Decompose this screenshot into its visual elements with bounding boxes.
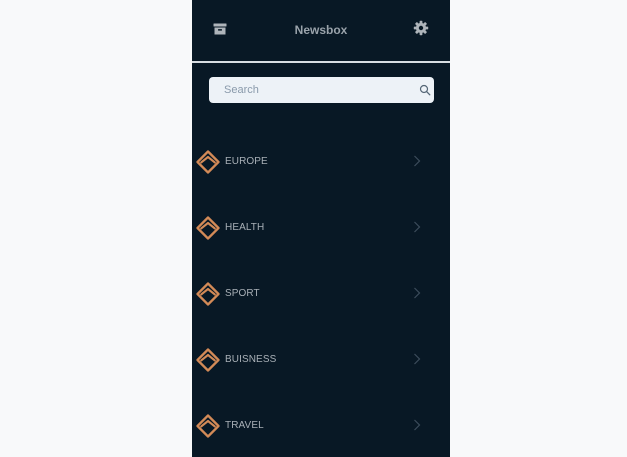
chevron-right-icon xyxy=(414,287,421,299)
gear-icon[interactable] xyxy=(413,20,429,36)
category-item-sport[interactable]: SPORT xyxy=(192,261,450,327)
category-logo-icon xyxy=(196,414,220,438)
category-item-travel[interactable]: TRAVEL xyxy=(192,393,450,457)
search-input[interactable] xyxy=(209,77,434,103)
app-title: Newsbox xyxy=(294,23,348,37)
category-label: EUROPE xyxy=(225,156,268,167)
category-logo-icon xyxy=(196,216,220,240)
app-window: Newsbox Search EUROPE HEALTH SPORT BUISN… xyxy=(192,0,450,457)
category-label: HEALTH xyxy=(225,222,265,233)
category-label: BUISNESS xyxy=(225,354,277,365)
category-label: SPORT xyxy=(225,288,260,299)
category-logo-icon xyxy=(196,150,220,174)
category-item-europe[interactable]: EUROPE xyxy=(192,129,450,195)
category-logo-icon xyxy=(196,282,220,306)
header-divider xyxy=(192,61,450,63)
category-item-health[interactable]: HEALTH xyxy=(192,195,450,261)
category-item-buisness[interactable]: BUISNESS xyxy=(192,327,450,393)
app-header: Newsbox xyxy=(192,0,450,61)
chevron-right-icon xyxy=(414,155,421,167)
search-icon[interactable] xyxy=(419,84,431,96)
chevron-right-icon xyxy=(414,353,421,365)
chevron-right-icon xyxy=(414,419,421,431)
category-label: TRAVEL xyxy=(225,420,264,431)
chevron-right-icon xyxy=(414,221,421,233)
category-logo-icon xyxy=(196,348,220,372)
search-bar xyxy=(209,77,434,103)
